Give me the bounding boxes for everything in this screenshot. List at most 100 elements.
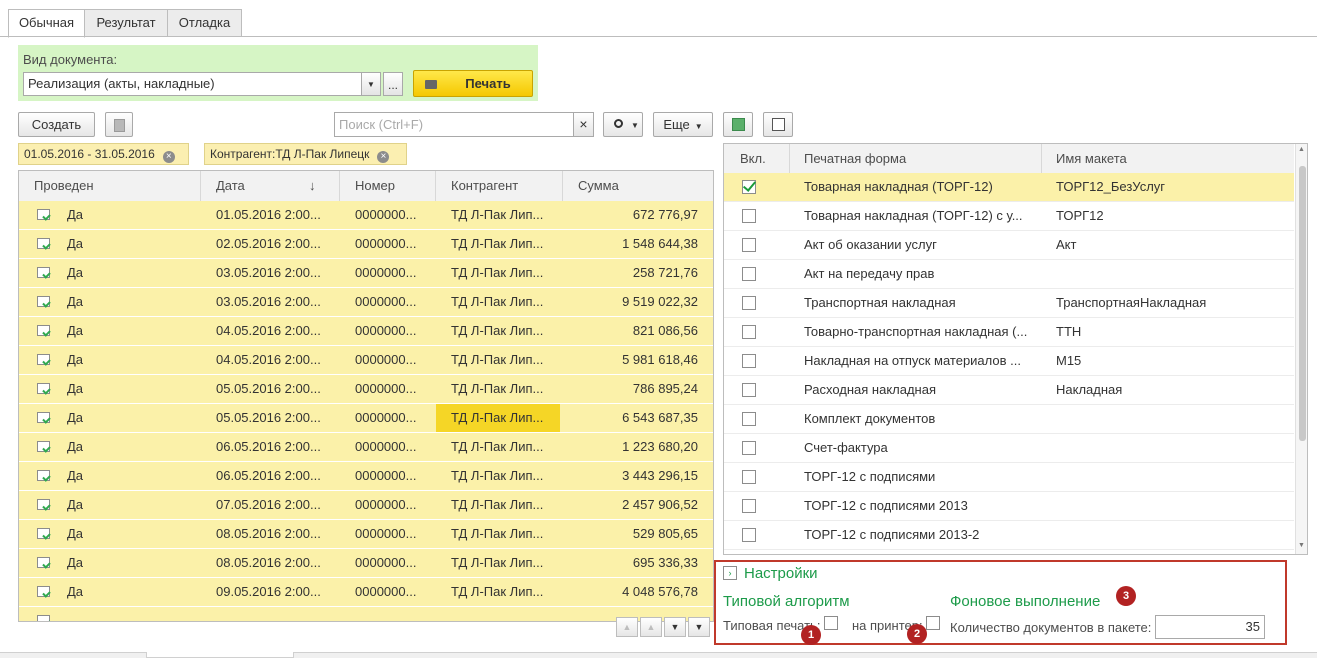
posted-document-icon [37, 325, 50, 336]
print-form-row[interactable]: Расходная накладная Накладная [724, 376, 1294, 405]
search-button[interactable]: ▼ [603, 112, 643, 137]
chevron-up-icon[interactable]: ▲ [1298, 146, 1305, 153]
cell-counterparty: ТД Л-Пак Лип... [451, 265, 544, 280]
include-checkbox[interactable] [742, 470, 756, 484]
table-row[interactable]: Да 05.05.2016 2:00... 0000000... ТД Л-Пак Л… [19, 404, 713, 433]
include-checkbox[interactable] [742, 354, 756, 368]
include-checkbox[interactable] [742, 209, 756, 223]
print-form-row[interactable]: ТОРГ-12 с подписями [724, 463, 1294, 492]
table-row[interactable]: Да 08.05.2016 2:00... 0000000... ТД Л-Пак Л… [19, 520, 713, 549]
column-header-number[interactable]: Номер [340, 171, 436, 201]
print-button[interactable]: Печать [413, 70, 533, 97]
cell-date: 03.05.2016 2:00... [216, 265, 321, 280]
print-form-row[interactable]: Акт об оказании услуг Акт [724, 231, 1294, 260]
more-button[interactable]: Еще ▼ [653, 112, 713, 137]
cell-template-name [1056, 434, 1288, 462]
include-checkbox[interactable] [742, 499, 756, 513]
column-header-sum[interactable]: Сумма [563, 171, 713, 201]
table-row[interactable]: Да 08.05.2016 2:00... 0000000... ТД Л-Пак Л… [19, 549, 713, 578]
cell-number: 0000000... [355, 381, 417, 396]
annotation-badge-1: 1 [801, 625, 821, 645]
search-input[interactable]: Поиск (Ctrl+F) [334, 112, 574, 137]
cell-print-form: Товарная накладная (ТОРГ-12) с у... [804, 208, 1023, 223]
printer-checkbox[interactable] [926, 616, 940, 630]
copy-button[interactable] [105, 112, 133, 137]
print-form-row[interactable]: ТОРГ-12 с подписями 2013-2 [724, 521, 1294, 550]
table-row[interactable]: Да 03.05.2016 2:00... 0000000... ТД Л-Пак Л… [19, 259, 713, 288]
column-header-posted[interactable]: Проведен [19, 171, 201, 201]
table-row[interactable]: Да 05.05.2016 2:00... 0000000... ТД Л-Пак Л… [19, 375, 713, 404]
print-form-row[interactable]: Товарная накладная (ТОРГ-12) с у... ТОРГ1… [724, 202, 1294, 231]
cell-template-name: Накладная [1056, 382, 1123, 397]
cell-date: 03.05.2016 2:00... [216, 294, 321, 309]
table-row[interactable]: Да 06.05.2016 2:00... 0000000... ТД Л-Пак Л… [19, 433, 713, 462]
scroll-first-button[interactable]: ▲ [616, 617, 638, 637]
tab-debug[interactable]: Отладка [167, 9, 242, 37]
column-header-enabled[interactable]: Вкл. [724, 144, 790, 173]
remove-filter-icon[interactable]: × [377, 151, 390, 163]
include-checkbox[interactable] [742, 296, 756, 310]
filter-chip-period[interactable]: 01.05.2016 - 31.05.2016 × [18, 143, 189, 165]
cell-number: 0000000... [355, 352, 417, 367]
table-row[interactable]: Да 02.05.2016 2:00... 0000000... ТД Л-Пак Л… [19, 230, 713, 259]
scroll-down-button[interactable]: ▼ [664, 617, 686, 637]
column-header-counterparty[interactable]: Контрагент [436, 171, 563, 201]
settings-title[interactable]: Настройки [744, 565, 818, 582]
table-row[interactable]: Да 04.05.2016 2:00... 0000000... ТД Л-Пак Л… [19, 346, 713, 375]
include-checkbox[interactable] [742, 267, 756, 281]
print-form-row[interactable]: Транспортная накладная ТранспортнаяНаклад… [724, 289, 1294, 318]
bottom-tab[interactable] [146, 652, 294, 658]
remove-filter-icon[interactable]: × [162, 151, 175, 163]
column-header-print-form[interactable]: Печатная форма [790, 144, 1042, 173]
print-form-row[interactable]: Комплект документов [724, 405, 1294, 434]
table-row[interactable]: Да 06.05.2016 2:00... 0000000... ТД Л-Пак Л… [19, 462, 713, 491]
cell-sum: 9 519 022,32 [622, 294, 698, 309]
scroll-last-button[interactable]: ▼ [688, 617, 710, 637]
table-row[interactable]: Да 04.05.2016 2:00... 0000000... ТД Л-Пак Л… [19, 317, 713, 346]
table-row[interactable]: Да 09.05.2016 2:00... 0000000... ТД Л-Пак Л… [19, 578, 713, 607]
tab-result[interactable]: Результат [84, 9, 168, 37]
settings-expand-icon[interactable]: › [723, 566, 737, 580]
doc-kind-dropdown-button[interactable]: ▼ [361, 72, 381, 96]
doc-kind-select-button[interactable]: ... [383, 72, 403, 96]
table-row[interactable]: Да 01.05.2016 2:00... 0000000... ТД Л-Пак Л… [19, 201, 713, 230]
cell-date: 05.05.2016 2:00... [216, 410, 321, 425]
create-button[interactable]: Создать [18, 112, 95, 137]
print-form-row[interactable]: Товарно-транспортная накладная (... ТТН [724, 318, 1294, 347]
cell-print-form: Товарно-транспортная накладная (... [804, 324, 1028, 339]
column-header-date[interactable]: Дата ↓ [201, 171, 340, 201]
filter-chip-counterparty[interactable]: Контрагент:ТД Л-Пак Липецк × [204, 143, 407, 165]
column-header-template-name[interactable]: Имя макета [1042, 144, 1294, 173]
doc-kind-field[interactable]: Реализация (акты, накладные) [23, 72, 362, 96]
print-form-row[interactable]: Счет-фактура [724, 434, 1294, 463]
cell-counterparty: ТД Л-Пак Лип... [436, 404, 560, 432]
include-checkbox[interactable] [742, 238, 756, 252]
sort-arrow-icon: ↓ [309, 178, 316, 193]
print-form-row[interactable]: Накладная на отпуск материалов ... М15 [724, 347, 1294, 376]
check-all-button[interactable] [723, 112, 753, 137]
include-checkbox[interactable] [742, 383, 756, 397]
include-checkbox[interactable] [742, 180, 756, 194]
cell-number: 0000000... [355, 323, 417, 338]
table-row[interactable] [19, 607, 713, 621]
posted-document-icon [37, 209, 50, 220]
print-form-row[interactable]: Акт на передачу прав [724, 260, 1294, 289]
cell-date: 01.05.2016 2:00... [216, 207, 321, 222]
uncheck-all-button[interactable] [763, 112, 793, 137]
print-form-row[interactable]: ТОРГ-12 с подписями 2013 [724, 492, 1294, 521]
table-row[interactable]: Да 03.05.2016 2:00... 0000000... ТД Л-Пак Л… [19, 288, 713, 317]
batch-size-input[interactable]: 35 [1155, 615, 1265, 639]
table-row[interactable]: Да 07.05.2016 2:00... 0000000... ТД Л-Пак Л… [19, 491, 713, 520]
chevron-down-icon[interactable]: ▼ [1298, 542, 1305, 549]
print-form-row[interactable]: Товарная накладная (ТОРГ-12) ТОРГ12_БезУс… [724, 173, 1294, 202]
include-checkbox[interactable] [742, 412, 756, 426]
typical-print-checkbox[interactable] [824, 616, 838, 630]
include-checkbox[interactable] [742, 441, 756, 455]
scrollbar-thumb[interactable] [1299, 166, 1306, 441]
include-checkbox[interactable] [742, 325, 756, 339]
tab-obychnaya[interactable]: Обычная [8, 9, 85, 38]
include-checkbox[interactable] [742, 528, 756, 542]
print-forms-scrollbar[interactable]: ▲ ▼ [1295, 144, 1307, 554]
search-clear-button[interactable]: × [573, 112, 594, 137]
scroll-up-button[interactable]: ▲ [640, 617, 662, 637]
